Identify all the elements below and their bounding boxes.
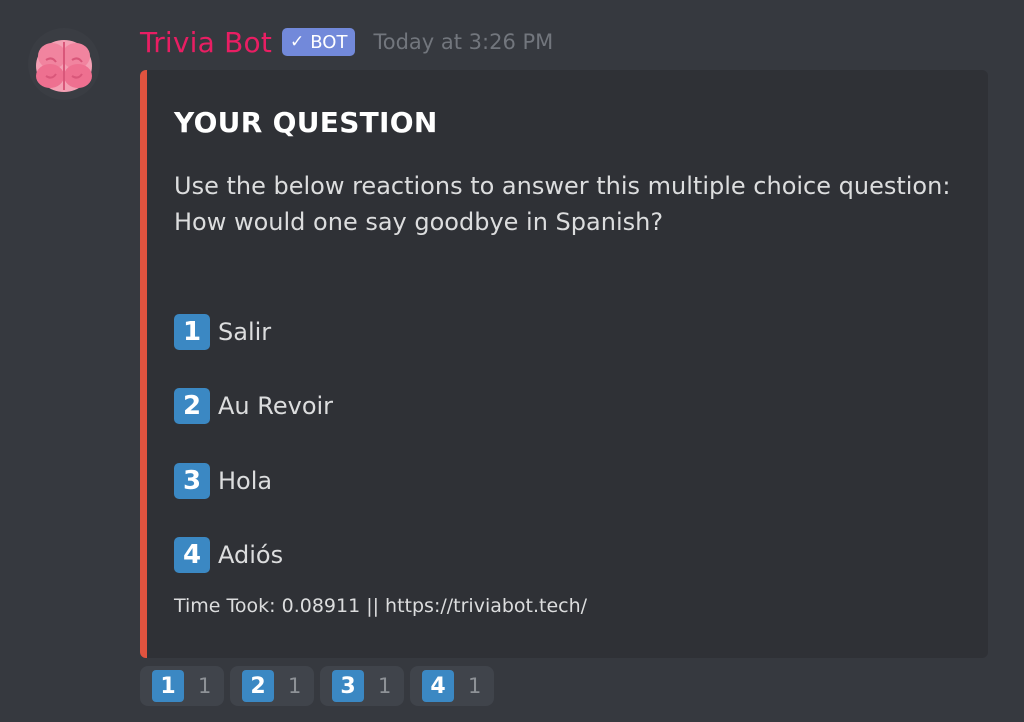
option-label: Adiós: [218, 541, 284, 569]
message-timestamp: Today at 3:26 PM: [373, 30, 554, 54]
reaction-count: 1: [378, 674, 392, 698]
description-line: Use the below reactions to answer this m…: [174, 172, 951, 200]
embed-accent-bar: [140, 70, 147, 658]
embed-description: Use the below reactions to answer this m…: [174, 168, 974, 240]
reaction-4[interactable]: 4 1: [410, 666, 494, 706]
keycap-3-icon: 3: [174, 463, 210, 499]
reaction-1[interactable]: 1 1: [140, 666, 224, 706]
reaction-count: 1: [288, 674, 302, 698]
reaction-count: 1: [198, 674, 212, 698]
message-header: Trivia Bot ✓ BOT Today at 3:26 PM: [140, 22, 553, 62]
keycap-3-icon: 3: [332, 670, 364, 702]
embed-title: YOUR QUESTION: [174, 106, 438, 139]
keycap-1-icon: 1: [174, 314, 210, 350]
reaction-2[interactable]: 2 1: [230, 666, 314, 706]
keycap-2-icon: 2: [174, 388, 210, 424]
option-label: Salir: [218, 318, 272, 346]
question-text: How would one say goodbye in Spanish?: [174, 208, 664, 236]
keycap-2-icon: 2: [242, 670, 274, 702]
embed-footer: Time Took: 0.08911 || https://triviabot.…: [174, 595, 588, 617]
option-label: Hola: [218, 467, 273, 495]
option-2: 2 Au Revoir: [174, 388, 333, 424]
option-4: 4 Adiós: [174, 537, 283, 573]
option-label: Au Revoir: [218, 392, 334, 420]
author-name[interactable]: Trivia Bot: [140, 26, 272, 59]
checkmark-icon: ✓: [290, 32, 305, 52]
keycap-4-icon: 4: [174, 537, 210, 573]
reactions-bar: 1 1 2 1 3 1 4 1: [140, 666, 494, 706]
bot-badge-label: BOT: [310, 31, 348, 53]
avatar[interactable]: [28, 28, 100, 100]
option-1: 1 Salir: [174, 314, 271, 350]
keycap-4-icon: 4: [422, 670, 454, 702]
option-3: 3 Hola: [174, 463, 272, 499]
reaction-count: 1: [468, 674, 482, 698]
keycap-1-icon: 1: [152, 670, 184, 702]
question-embed: YOUR QUESTION Use the below reactions to…: [140, 70, 988, 658]
brain-icon: [36, 40, 92, 92]
reaction-3[interactable]: 3 1: [320, 666, 404, 706]
bot-badge: ✓ BOT: [282, 28, 356, 56]
bot-message: Trivia Bot ✓ BOT Today at 3:26 PM YOUR Q…: [0, 0, 1024, 722]
